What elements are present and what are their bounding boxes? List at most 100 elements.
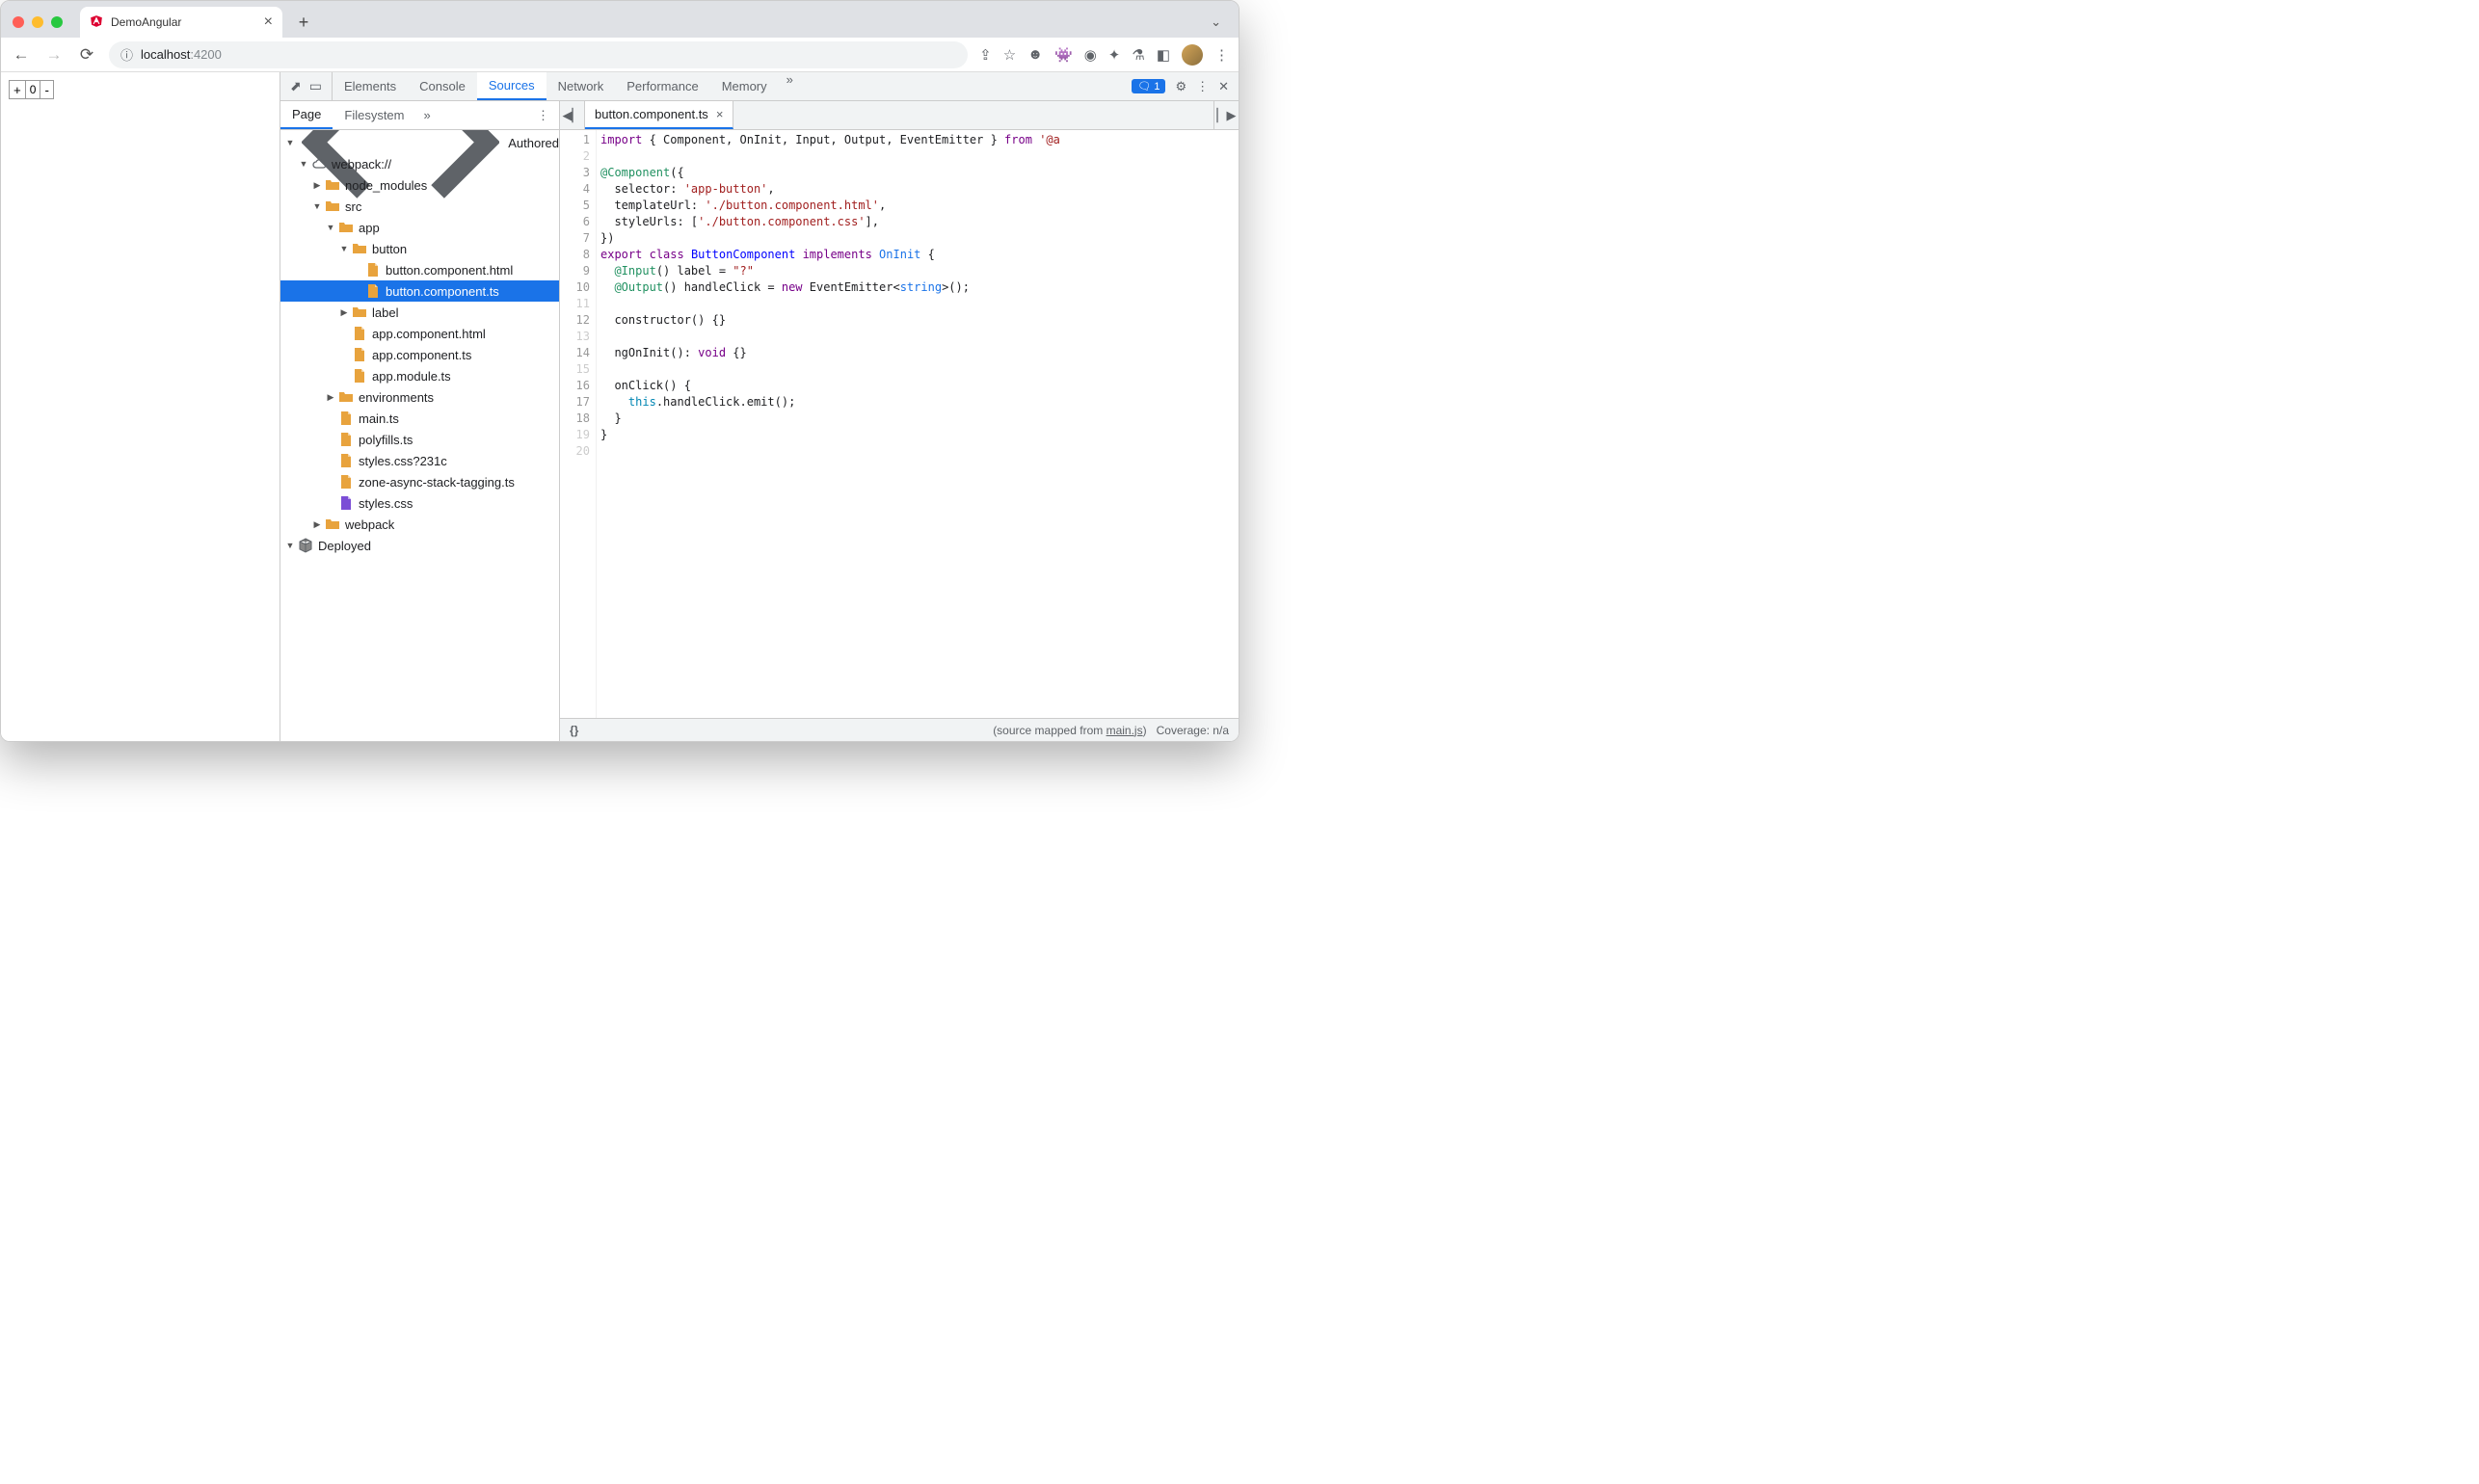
devtools-tab-network[interactable]: Network bbox=[546, 72, 616, 100]
folder-icon bbox=[325, 199, 340, 214]
tree-item[interactable]: ▶styles.css?231c bbox=[280, 450, 559, 471]
cube-icon bbox=[298, 538, 313, 553]
forward-button[interactable]: → bbox=[43, 45, 65, 65]
tree-arrow-icon[interactable]: ▼ bbox=[325, 223, 336, 232]
devtools-tab-sources[interactable]: Sources bbox=[477, 72, 546, 100]
address-bar[interactable]: ⓘ localhost:4200 bbox=[109, 41, 968, 68]
devtools-tab-console[interactable]: Console bbox=[408, 72, 477, 100]
extensions-icon[interactable]: ✦ bbox=[1108, 46, 1121, 64]
tree-item[interactable]: ▶app.module.ts bbox=[280, 365, 559, 386]
back-button[interactable]: ← bbox=[11, 45, 32, 65]
file-p-icon bbox=[338, 495, 354, 511]
tree-label: button.component.ts bbox=[386, 284, 499, 299]
bookmark-icon[interactable]: ☆ bbox=[1003, 46, 1016, 64]
tree-label: styles.css bbox=[359, 496, 413, 511]
file-y-icon bbox=[365, 262, 381, 278]
folder-icon bbox=[352, 305, 367, 320]
devtools-tab-memory[interactable]: Memory bbox=[710, 72, 779, 100]
sources-options-icon[interactable]: ⋮ bbox=[527, 101, 559, 129]
tree-item[interactable]: ▶button.component.ts bbox=[280, 280, 559, 302]
url-host: localhost bbox=[141, 47, 190, 62]
tree-arrow-icon[interactable]: ▼ bbox=[338, 244, 350, 253]
chrome-top: DemoAngular × + ⌄ ← → ⟳ ⓘ localhost:4200… bbox=[1, 1, 1239, 72]
share-icon[interactable]: ⇪ bbox=[979, 46, 992, 64]
tree-arrow-icon[interactable]: ▶ bbox=[325, 392, 336, 403]
chrome-menu-icon[interactable]: ⋮ bbox=[1214, 46, 1229, 64]
subtabs-more[interactable]: » bbox=[416, 101, 439, 129]
sources-subtab-page[interactable]: Page bbox=[280, 101, 333, 129]
site-info-icon[interactable]: ⓘ bbox=[120, 45, 133, 64]
tree-arrow-icon[interactable]: ▼ bbox=[284, 138, 296, 147]
tree-item[interactable]: ▶button.component.html bbox=[280, 259, 559, 280]
tree-item[interactable]: ▶zone-async-stack-tagging.ts bbox=[280, 471, 559, 492]
profile-avatar[interactable] bbox=[1182, 44, 1203, 66]
file-y-icon bbox=[338, 411, 354, 426]
more-panels[interactable]: » bbox=[779, 72, 801, 100]
device-toggle-icon[interactable]: ▭ bbox=[309, 78, 322, 94]
tree-item[interactable]: ▶polyfills.ts bbox=[280, 429, 559, 450]
tree-label: app.component.html bbox=[372, 327, 486, 341]
sources-subtab-filesystem[interactable]: Filesystem bbox=[333, 101, 415, 129]
close-window[interactable] bbox=[13, 16, 24, 28]
editor-statusbar: {} (source mapped from main.js) Coverage… bbox=[560, 718, 1239, 741]
devtools-menu-icon[interactable]: ⋮ bbox=[1196, 79, 1209, 94]
devtools-tab-performance[interactable]: Performance bbox=[615, 72, 709, 100]
counter-widget: + 0 - bbox=[9, 80, 54, 99]
file-y-icon bbox=[338, 474, 354, 490]
devtools-tab-elements[interactable]: Elements bbox=[333, 72, 408, 100]
tree-item[interactable]: ▶label bbox=[280, 302, 559, 323]
tree-label: styles.css?231c bbox=[359, 454, 447, 468]
tree-label: Deployed bbox=[318, 539, 371, 553]
tree-arrow-icon[interactable]: ▼ bbox=[298, 159, 309, 169]
tree-label: zone-async-stack-tagging.ts bbox=[359, 475, 515, 490]
counter-minus[interactable]: - bbox=[40, 81, 52, 98]
tree-arrow-icon[interactable]: ▶ bbox=[311, 180, 323, 191]
pretty-print-icon[interactable]: {} bbox=[570, 724, 578, 737]
tree-arrow-icon[interactable]: ▼ bbox=[284, 541, 296, 550]
tree-item[interactable]: ▶webpack bbox=[280, 514, 559, 535]
labs-icon[interactable]: ⚗ bbox=[1132, 46, 1144, 64]
tree-item[interactable]: ▶app.component.ts bbox=[280, 344, 559, 365]
close-file-icon[interactable]: × bbox=[716, 107, 724, 121]
tree-item[interactable]: ▶main.ts bbox=[280, 408, 559, 429]
file-y-icon bbox=[352, 326, 367, 341]
tree-label: button.component.html bbox=[386, 263, 513, 278]
tree-arrow-icon[interactable]: ▶ bbox=[311, 519, 323, 530]
tab-close-icon[interactable]: × bbox=[264, 13, 273, 31]
browser-tab[interactable]: DemoAngular × bbox=[80, 7, 282, 38]
tree-arrow-icon[interactable]: ▶ bbox=[338, 307, 350, 318]
tree-item[interactable]: ▶styles.css bbox=[280, 492, 559, 514]
reload-button[interactable]: ⟳ bbox=[76, 45, 97, 65]
inspect-icon[interactable]: ⬈ bbox=[290, 78, 302, 94]
sourcemap-link[interactable]: main.js bbox=[1106, 724, 1143, 737]
issues-badge[interactable]: 🗨 1 bbox=[1132, 79, 1165, 93]
tree-item[interactable]: ▼ Authored bbox=[280, 132, 559, 153]
counter-plus[interactable]: + bbox=[10, 81, 26, 98]
tree-item[interactable]: ▶app.component.html bbox=[280, 323, 559, 344]
tree-arrow-icon[interactable]: ▼ bbox=[311, 201, 323, 211]
tree-label: src bbox=[345, 199, 361, 214]
tree-label: environments bbox=[359, 390, 434, 405]
extension-icon-1[interactable]: ☻ bbox=[1027, 46, 1043, 63]
file-y-icon bbox=[338, 453, 354, 468]
open-file-tab[interactable]: button.component.ts × bbox=[585, 101, 733, 129]
debugger-toggle[interactable]: ▏▶ bbox=[1213, 101, 1239, 129]
maximize-window[interactable] bbox=[51, 16, 63, 28]
tree-item[interactable]: ▼ Deployed bbox=[280, 535, 559, 556]
code-editor[interactable]: 1234567891011121314151617181920 import {… bbox=[560, 130, 1239, 718]
settings-icon[interactable]: ⚙ bbox=[1175, 79, 1186, 94]
file-y-icon bbox=[365, 283, 381, 299]
tree-label: polyfills.ts bbox=[359, 433, 413, 447]
sidepanel-icon[interactable]: ◧ bbox=[1157, 46, 1170, 64]
new-tab-button[interactable]: + bbox=[290, 9, 317, 36]
file-tree: ▼Authored▼webpack://▶node_modules▼src▼ap… bbox=[280, 130, 559, 741]
coverage-status: Coverage: n/a bbox=[1157, 724, 1229, 737]
tabs-dropdown[interactable]: ⌄ bbox=[1211, 14, 1231, 30]
close-devtools-icon[interactable]: ✕ bbox=[1218, 79, 1229, 94]
extension-icon-2[interactable]: 👾 bbox=[1054, 46, 1073, 64]
tree-item[interactable]: ▶ environments bbox=[280, 386, 559, 408]
tree-label: Authored bbox=[508, 136, 559, 150]
minimize-window[interactable] bbox=[32, 16, 43, 28]
extension-icon-3[interactable]: ◉ bbox=[1084, 46, 1097, 64]
navigator-toggle[interactable]: ◀▏ bbox=[560, 101, 585, 129]
